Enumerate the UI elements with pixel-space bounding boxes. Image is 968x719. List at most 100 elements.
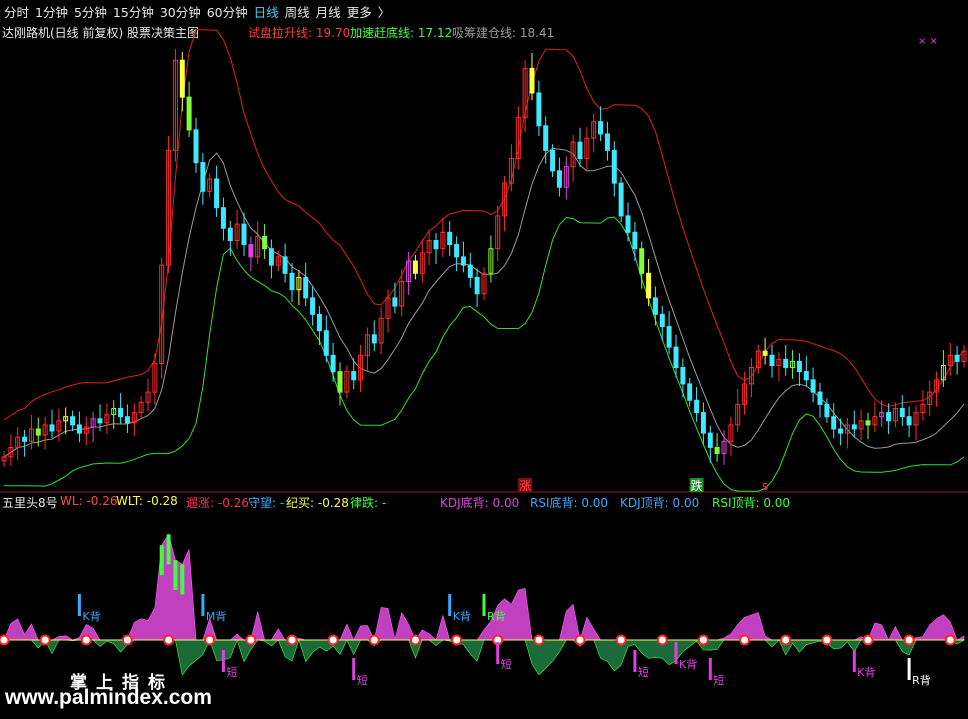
signal-dot [821,634,833,646]
signal-bar [633,650,637,672]
candle-body [179,59,185,98]
rally-bar [166,534,171,565]
candle-body [817,391,823,405]
corner-marks: × × [918,36,938,47]
candle-body [310,297,316,315]
candle-body [241,223,247,246]
candle-body [886,412,892,422]
candle-body [118,408,124,418]
lower-line [3,216,965,492]
positive-area [3,533,965,641]
signal-dot [533,634,545,646]
signal-bar [496,642,500,664]
candle-body [604,133,610,151]
signal-dot [862,634,874,646]
candle-body [323,330,329,356]
signal-dot [80,634,92,646]
candle-body [303,276,309,299]
candle-body [76,424,82,434]
candle-body [625,215,631,233]
signal-bar [352,658,356,680]
signal-bar [907,658,911,680]
candle-body [865,420,871,426]
candle-body [529,67,535,94]
candle-body [618,182,624,217]
candle-body [694,399,700,414]
candle-body [193,129,199,164]
candle-body [687,383,693,401]
candle-body [186,96,192,131]
candle-body [796,360,802,373]
signal-dot [697,634,709,646]
signal-dot [903,634,915,646]
signal-dot [574,634,586,646]
candle-body [70,416,76,426]
signal-dot [451,634,463,646]
signal-dot [204,634,216,646]
upper-line [3,29,965,421]
signal-label: M背 [206,609,227,623]
candle-body [577,141,583,160]
candle-body [412,260,418,274]
candle-body [680,367,686,385]
signal-label: K背 [857,665,875,679]
candle-body [639,248,645,274]
candle-body [769,354,775,366]
candle-body [214,178,220,209]
signal-label: R背 [912,673,931,687]
signal-label: 短 [357,673,368,687]
candle-body [536,92,542,127]
signal-bar [708,658,712,680]
candle-body [810,379,816,393]
candle-body [906,416,912,426]
signal-dot [163,634,175,646]
marker-text: s [762,479,768,493]
signal-dot [615,634,627,646]
watermark-url: www.palmindex.com [5,686,212,709]
candle-body [831,416,837,430]
rally-bar [173,560,178,590]
stock-chart[interactable]: × × 涨跌s K背 M背 K背 R背短短短短短K背K背R背 [0,0,968,719]
candle-body [598,121,604,135]
signal-dot [0,634,10,646]
signal-label: 短 [638,665,649,679]
candle-body [248,244,254,258]
candle-body [632,231,638,250]
candle-body [467,264,473,278]
candle-body [460,256,466,266]
signal-bar [201,594,205,616]
candle-body [550,149,556,172]
candle-body [35,428,41,436]
marker-text: 跌 [691,478,703,493]
candle-body [666,326,672,348]
signal-bar [674,642,678,664]
candle-body [282,256,288,274]
signal-label: 短 [713,673,724,687]
candle-body [646,272,652,299]
signal-dot [944,634,956,646]
candle-body [474,276,480,295]
candle-body [954,354,960,362]
signal-dot [409,634,421,646]
candle-body [611,149,617,184]
candle-body [673,346,679,369]
candle-body [454,244,460,258]
candle-body [762,350,768,356]
signal-bar [852,650,856,672]
signal-dot [39,634,51,646]
candle-body [899,408,905,418]
candle-body [783,358,789,369]
marker-text: 涨 [519,478,531,493]
candle-body [851,424,857,430]
candle-body [824,403,830,418]
candle-body [392,297,398,307]
candle-body [351,371,357,381]
candle-body [262,235,268,250]
candle-body [227,227,233,241]
signal-dot [780,634,792,646]
candle-body [200,162,206,192]
signal-dot [245,634,257,646]
signal-dot [286,634,298,646]
candle-body [652,297,658,315]
candle-body [714,447,720,455]
